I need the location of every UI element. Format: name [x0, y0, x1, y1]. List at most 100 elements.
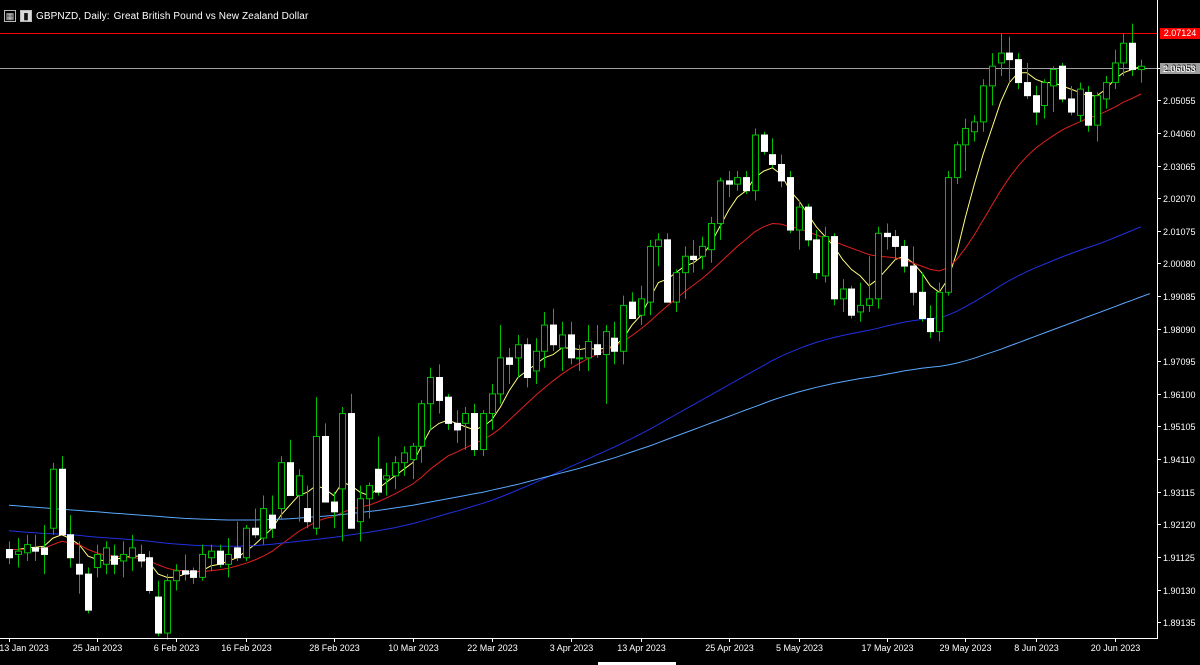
candle-body-bull	[208, 550, 215, 559]
candle-body-bear	[787, 177, 794, 231]
price-tick-label: 2.02070	[1163, 193, 1196, 204]
candle-body-bear	[506, 357, 513, 365]
candle-body-bull	[866, 298, 873, 306]
price-tick-label: 1.92120	[1163, 519, 1196, 530]
candle	[752, 128, 759, 201]
candle-body-bear	[892, 236, 899, 247]
candle-body-bear	[331, 501, 338, 513]
candle-body-bear	[76, 563, 83, 575]
candle-body-bull	[822, 236, 829, 277]
time-tick-label: 8 Jun 2023	[1014, 643, 1059, 653]
price-tick-label: 1.96100	[1163, 389, 1196, 400]
candle-body-bear	[445, 396, 452, 424]
candle-body-bear	[182, 570, 189, 575]
candle-body-bull	[840, 288, 847, 300]
high-line-price-tag: 2.07124	[1160, 28, 1200, 39]
candle-body-bear	[111, 555, 118, 565]
candle-body-bear	[884, 232, 891, 238]
candle-body-bull	[682, 255, 689, 274]
candle	[1085, 85, 1092, 132]
chart-header: ▦ ▮ GBPNZD, Daily: Great British Pound vs…	[4, 8, 308, 24]
candle-body-bull	[339, 413, 346, 490]
candle	[848, 285, 855, 319]
candle-body-bear	[85, 573, 92, 611]
candle-body-bear	[726, 180, 733, 185]
candle	[85, 567, 92, 614]
candle-body-bull	[383, 475, 390, 480]
candle-body-bear	[594, 344, 601, 356]
candle-body-bull	[173, 570, 180, 582]
candle-body-bull	[103, 547, 110, 565]
candle-body-bull	[243, 527, 250, 559]
candle-body-bear	[304, 508, 311, 523]
candle	[664, 233, 671, 303]
candle-body-bear	[743, 177, 750, 192]
candle-body-bull	[313, 435, 320, 529]
candle-body-bull	[94, 553, 101, 569]
candle-body-bull	[462, 413, 469, 424]
candle-body-bull	[515, 344, 522, 359]
candle-body-bull	[278, 462, 285, 510]
candle-body-bull	[708, 222, 715, 251]
chart-background	[0, 0, 1200, 665]
candle-body-bear	[1006, 52, 1013, 61]
candle-body-bull	[699, 245, 706, 257]
candle-body-bear	[348, 413, 355, 529]
candle-body-bear	[761, 134, 768, 152]
candle	[761, 131, 768, 155]
candle-body-bear	[927, 318, 934, 333]
candle	[50, 462, 57, 535]
price-tick-label: 1.99085	[1163, 291, 1196, 302]
candle-body-bear	[769, 154, 776, 165]
candle	[480, 410, 487, 457]
candle-body-bear	[287, 462, 294, 496]
candle-body-bull	[585, 340, 592, 359]
candle-body-bull	[796, 206, 803, 231]
candle	[243, 524, 250, 561]
time-tick-label: 13 Apr 2023	[617, 643, 666, 653]
candle-body-bull	[296, 475, 303, 496]
candle-body-bear	[524, 344, 531, 378]
price-chart[interactable]	[0, 0, 1200, 665]
candle-body-bear	[910, 265, 917, 293]
candle-body-bull	[480, 413, 487, 451]
candle-body-bull	[945, 177, 952, 293]
candle-body-bear	[664, 239, 671, 303]
time-tick-label: 5 May 2023	[775, 643, 824, 653]
candle-body-bull	[541, 324, 548, 352]
candle-body-bear	[813, 239, 820, 274]
candle-body-bear	[59, 468, 66, 536]
candle-body-bear	[41, 547, 48, 555]
price-tick-label: 1.94110	[1163, 454, 1195, 465]
candle-body-bear	[831, 236, 838, 300]
candle-body-bear	[190, 570, 197, 578]
candle-body-bull	[603, 331, 610, 356]
price-tick-label: 2.03065	[1163, 161, 1196, 172]
grid-icon[interactable]: ▦	[4, 10, 16, 22]
candle-body-bear	[690, 255, 697, 261]
candle-body-bear	[217, 550, 224, 565]
candle-body-bear	[234, 547, 241, 559]
time-tick-label: 10 Mar 2023	[388, 643, 439, 653]
candle-body-bull	[998, 52, 1005, 64]
candle	[945, 171, 952, 296]
time-tick-label: 3 Apr 2023	[549, 643, 594, 653]
candle-body-bull	[401, 452, 408, 464]
candle-body-bull	[164, 580, 171, 634]
candle-body-bear	[629, 301, 636, 320]
price-tick-label: 1.91125	[1163, 552, 1195, 563]
candle-body-bull	[129, 547, 136, 559]
price-tick-label: 2.06053	[1163, 63, 1196, 74]
candle-body-bull	[357, 498, 364, 523]
candle-body-bear	[146, 557, 153, 591]
price-tick-label: 1.97095	[1163, 356, 1196, 367]
price-tick-label: 1.98090	[1163, 324, 1196, 335]
candle-body-bear	[805, 206, 812, 241]
candle	[875, 226, 882, 309]
chart-bars-icon[interactable]: ▮	[20, 10, 32, 22]
candle-body-bull	[717, 180, 724, 224]
candle	[348, 393, 355, 529]
price-tick-label: 1.90130	[1163, 585, 1196, 596]
candle-body-bull	[875, 232, 882, 300]
price-tick-label: 2.05055	[1163, 95, 1196, 106]
